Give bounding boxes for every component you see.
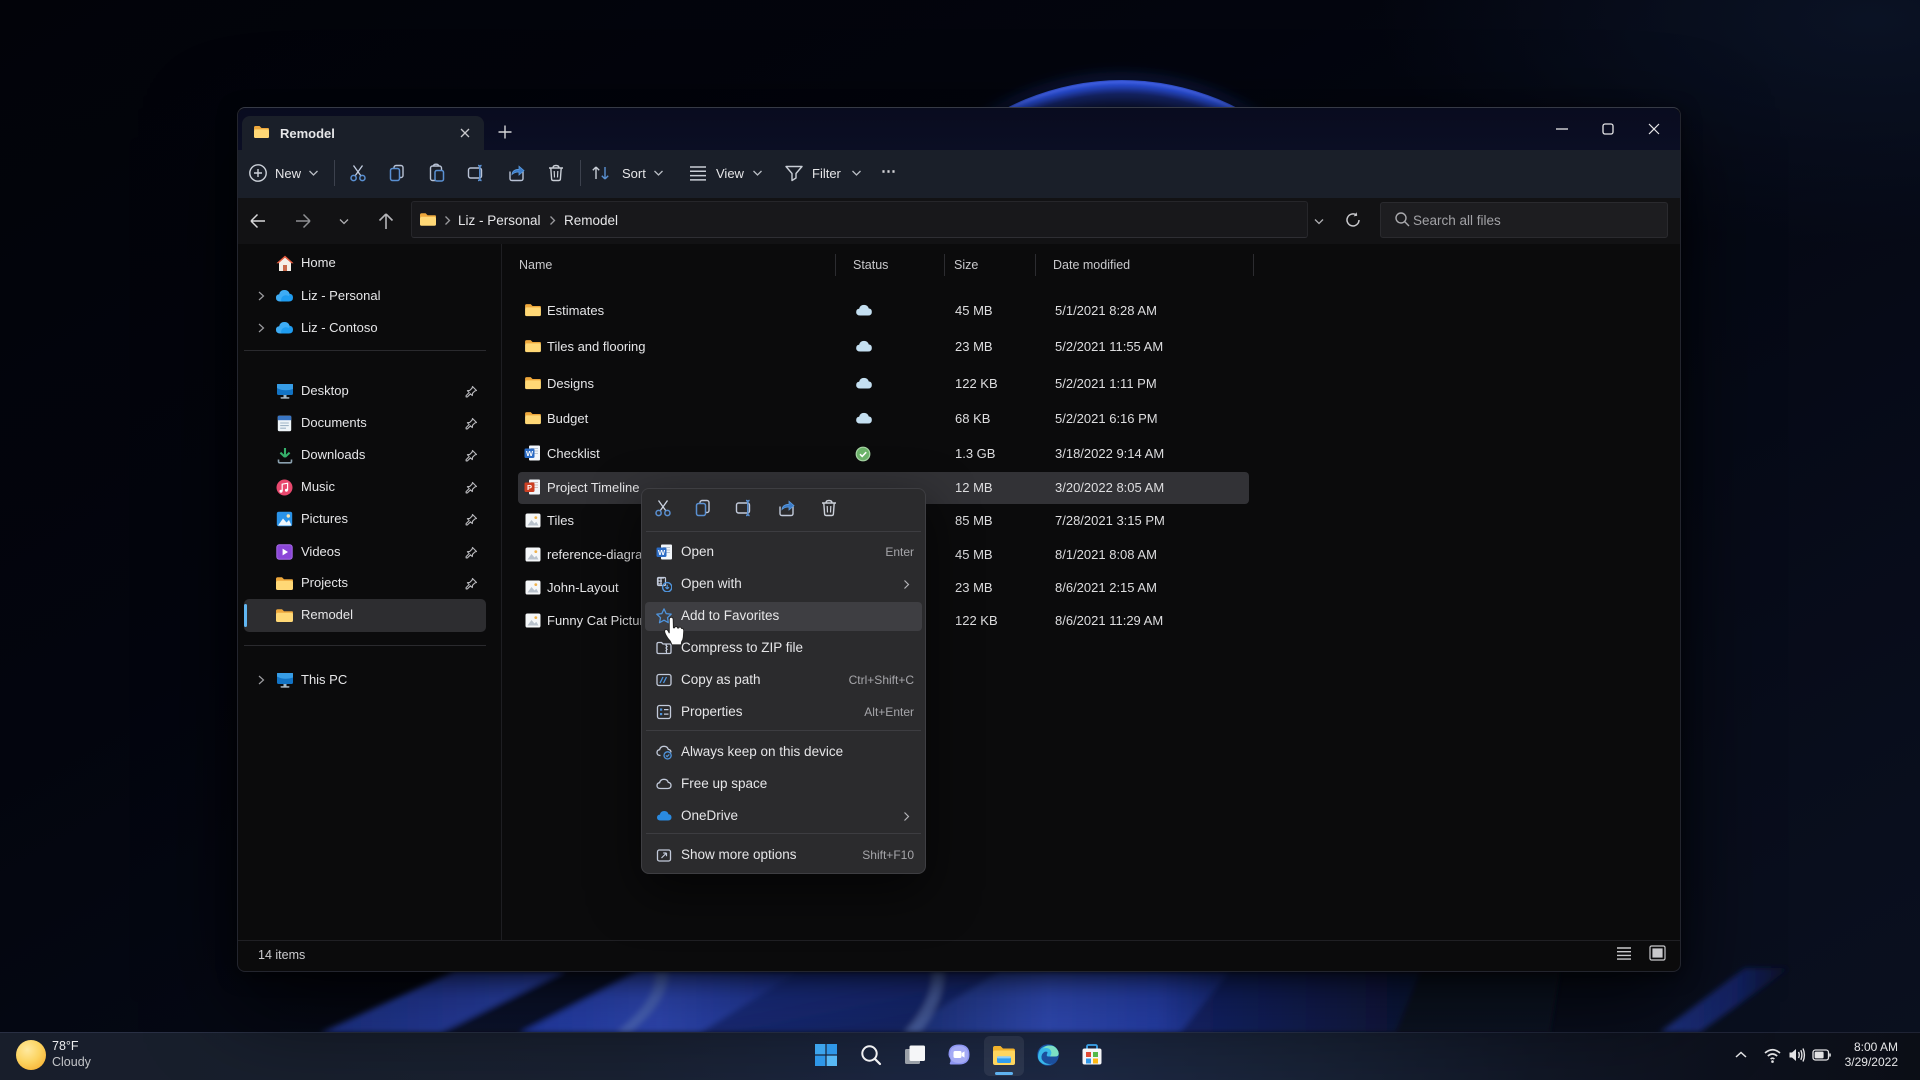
svg-text:P: P bbox=[527, 483, 532, 492]
svg-text:W: W bbox=[526, 449, 534, 458]
